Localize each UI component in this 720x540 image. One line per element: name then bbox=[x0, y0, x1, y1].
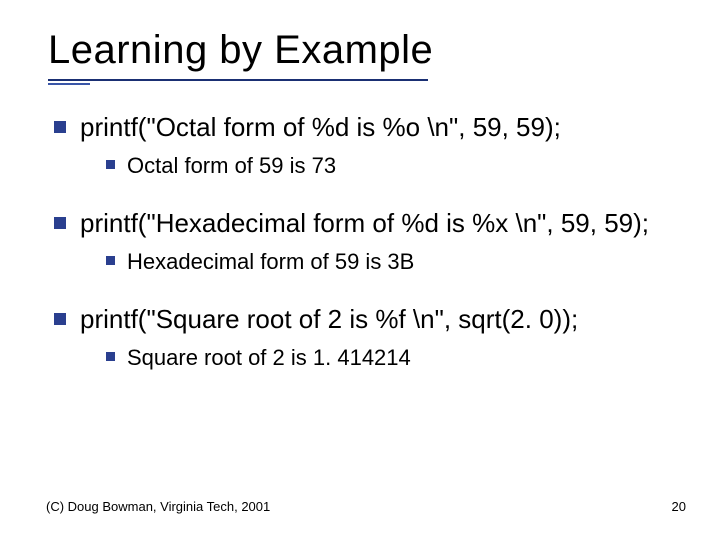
square-bullet-icon bbox=[54, 217, 66, 229]
bullet-item: printf("Octal form of %d is %o \n", 59, … bbox=[54, 111, 680, 144]
bullet-item: printf("Hexadecimal form of %d is %x \n"… bbox=[54, 207, 680, 240]
title-underline bbox=[48, 79, 680, 85]
footer-page-number: 20 bbox=[672, 499, 686, 514]
output-line: Octal form of 59 is 73 bbox=[127, 152, 336, 180]
sub-bullet-item: Octal form of 59 is 73 bbox=[106, 152, 680, 180]
slide-body: printf("Octal form of %d is %o \n", 59, … bbox=[48, 111, 680, 371]
footer-copyright: (C) Doug Bowman, Virginia Tech, 2001 bbox=[46, 499, 270, 514]
output-line: Hexadecimal form of 59 is 3B bbox=[127, 248, 414, 276]
square-bullet-icon bbox=[54, 121, 66, 133]
sub-bullet-item: Hexadecimal form of 59 is 3B bbox=[106, 248, 680, 276]
square-bullet-icon bbox=[106, 160, 115, 169]
sub-bullet-item: Square root of 2 is 1. 414214 bbox=[106, 344, 680, 372]
slide: Learning by Example printf("Octal form o… bbox=[0, 0, 720, 540]
bullet-item: printf("Square root of 2 is %f \n", sqrt… bbox=[54, 303, 680, 336]
slide-title: Learning by Example bbox=[48, 28, 680, 73]
square-bullet-icon bbox=[106, 352, 115, 361]
square-bullet-icon bbox=[54, 313, 66, 325]
code-line: printf("Octal form of %d is %o \n", 59, … bbox=[80, 111, 561, 144]
code-line: printf("Hexadecimal form of %d is %x \n"… bbox=[80, 207, 649, 240]
square-bullet-icon bbox=[106, 256, 115, 265]
code-line: printf("Square root of 2 is %f \n", sqrt… bbox=[80, 303, 578, 336]
output-line: Square root of 2 is 1. 414214 bbox=[127, 344, 411, 372]
